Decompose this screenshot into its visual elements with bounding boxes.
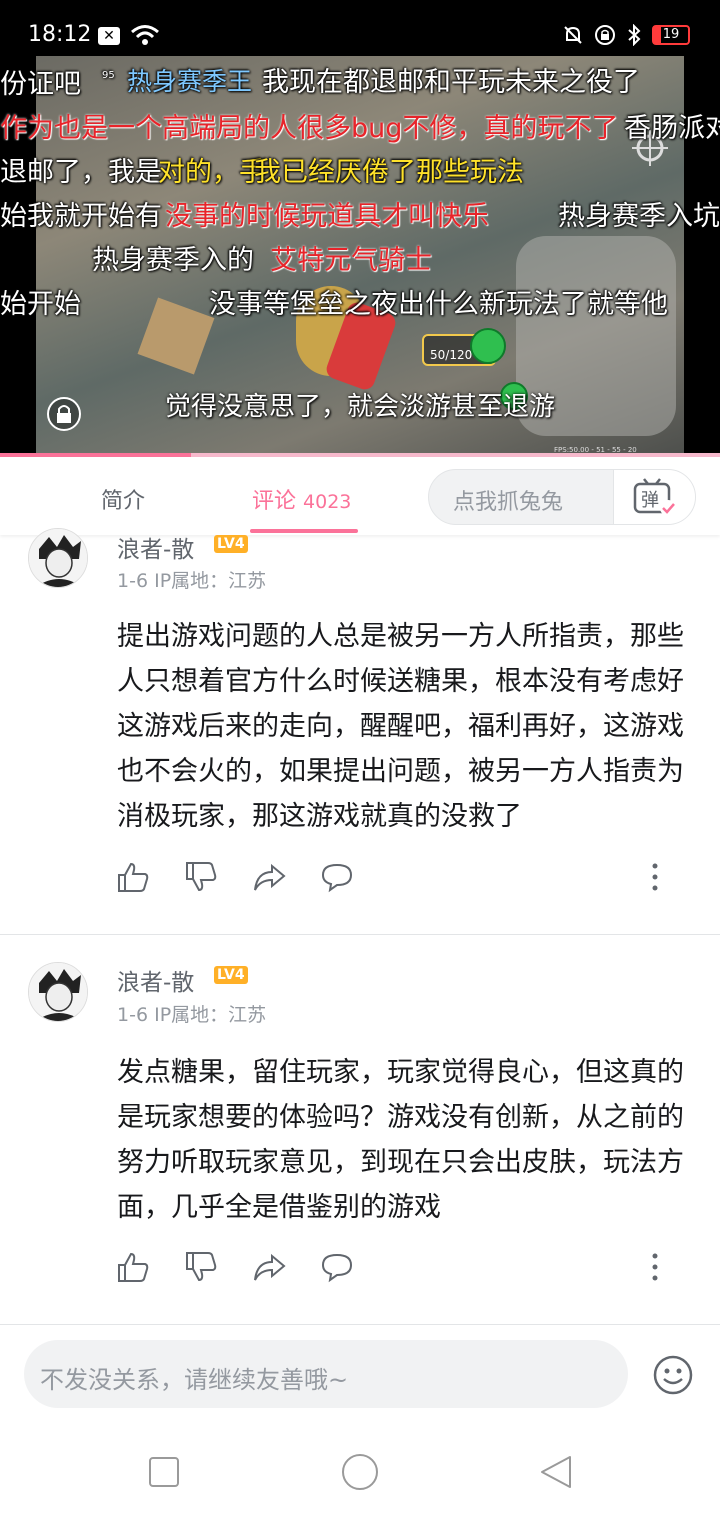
status-time: 18:12 — [28, 22, 92, 47]
lock-screen-icon[interactable] — [46, 396, 82, 432]
danmaku-input[interactable]: 点我抓兔兔 弹 — [428, 469, 696, 525]
wifi-icon — [131, 25, 159, 45]
comment-meta: 1-6 IP属地：江苏 — [117, 1000, 266, 1027]
video-player[interactable]: 50/120 FPS:50.00 - 51 - 55 - 20 份证吧 95 热… — [0, 56, 720, 456]
emoji-icon[interactable] — [652, 1354, 694, 1396]
danmaku-item: 我现在都退邮和平玩未来之役了 — [262, 67, 640, 98]
more-icon[interactable] — [638, 860, 672, 894]
level-badge: LV4 — [214, 535, 248, 553]
share-icon[interactable] — [252, 860, 286, 894]
battery-icon: 19 — [652, 25, 690, 45]
danmaku-item: 艾特元气骑士 — [270, 245, 432, 276]
danmaku-toggle-label: 弹 — [641, 490, 659, 511]
comment-text: 提出游戏问题的人总是被另一方人所指责，那些人只想着官方什么时候送糖果，根本没有考… — [117, 621, 684, 832]
tab-intro[interactable]: 简介 — [101, 483, 145, 515]
danmaku-item: 始我就开始有 — [0, 201, 162, 232]
comment-divider — [0, 934, 720, 935]
comment-text: 发点糖果，留住玩家，玩家觉得良心，但这真的是玩家想要的体验吗？游戏没有创新，从之… — [117, 1057, 684, 1223]
reply-icon[interactable] — [320, 1250, 354, 1284]
status-bar: 18:12 ✕ 19 — [0, 0, 720, 56]
dislike-icon[interactable] — [184, 1250, 218, 1284]
comment-date: 1-6 — [117, 570, 149, 592]
like-icon[interactable] — [116, 1250, 150, 1284]
comment-input-placeholder: 不发没关系，请继续友善哦~ — [40, 1366, 349, 1394]
danmaku-item: 热身赛季王 — [127, 67, 253, 96]
danmaku-item: 作为也是一个高端局的人很多bug不修，真的玩不了 — [0, 113, 619, 144]
danmaku-item: 没事等堡垒之夜出什么新玩法了就等他 — [209, 289, 668, 320]
hud-skill-icon — [470, 328, 506, 364]
tab-comments-label: 评论 — [252, 489, 297, 514]
danmaku-item: 份证吧 — [0, 69, 81, 100]
danmaku-toggle-button[interactable]: 弹 — [613, 470, 695, 524]
more-icon[interactable] — [638, 1250, 672, 1284]
notification-icon: ✕ — [98, 27, 120, 45]
comment-divider — [0, 1324, 720, 1325]
comment-username[interactable]: 浪者-散 — [117, 963, 194, 997]
danmaku-item: 退邮了，我是 — [0, 157, 162, 188]
tab-bar: 简介 评论 4023 点我抓兔兔 弹 — [0, 457, 720, 535]
home-icon[interactable] — [340, 1452, 380, 1492]
bluetooth-icon — [628, 24, 641, 46]
mute-bell-icon — [564, 26, 582, 44]
danmaku-item: 热身赛季入坑 — [558, 201, 720, 232]
tab-comments[interactable]: 评论 4023 — [252, 483, 351, 515]
battery-level: 19 — [662, 27, 680, 42]
avatar[interactable] — [28, 528, 88, 588]
level-badge: LV4 — [214, 966, 248, 984]
video-subtitle: 觉得没意思了，就会淡游甚至退游 — [164, 392, 555, 422]
back-icon[interactable] — [538, 1454, 574, 1490]
comment-username[interactable]: 浪者-散 — [117, 530, 194, 564]
danmaku-input-placeholder: 点我抓兔兔 — [453, 490, 564, 515]
comment-ip: IP属地：江苏 — [154, 570, 267, 592]
avatar[interactable] — [28, 962, 88, 1022]
danmaku-item: 我已经厌倦了那些玩法 — [254, 157, 524, 188]
hud-ammo: 50/120 — [430, 348, 473, 362]
reply-bar: 不发没关系，请继续友善哦~ — [0, 1328, 720, 1426]
comment-count: 4023 — [303, 491, 352, 513]
reply-icon[interactable] — [320, 860, 354, 894]
tab-underline — [250, 529, 358, 533]
danmaku-item: 对的，手 — [158, 157, 266, 188]
comment-date: 1-6 — [117, 1004, 149, 1026]
recents-icon[interactable] — [148, 1456, 180, 1488]
comment-meta: 1-6 IP属地：江苏 — [117, 566, 266, 593]
dislike-icon[interactable] — [184, 860, 218, 894]
danmaku-item: 没事的时候玩道具才叫快乐 — [165, 201, 489, 232]
comment-input[interactable]: 不发没关系，请继续友善哦~ — [24, 1340, 628, 1408]
comment-ip: IP属地：江苏 — [154, 1004, 267, 1026]
danmaku-item: 95 — [102, 70, 115, 81]
share-icon[interactable] — [252, 1250, 286, 1284]
comment-actions — [116, 860, 676, 896]
comment-actions — [116, 1250, 676, 1286]
like-icon[interactable] — [116, 860, 150, 894]
danmaku-item: 始开始 — [0, 289, 81, 320]
system-nav-bar — [0, 1426, 720, 1520]
danmaku-toggle-icon: 弹 — [633, 478, 676, 516]
danmaku-item: 香肠派对 — [624, 113, 720, 144]
lock-rotation-icon — [595, 25, 615, 45]
danmaku-item: 热身赛季入的 — [92, 245, 254, 276]
